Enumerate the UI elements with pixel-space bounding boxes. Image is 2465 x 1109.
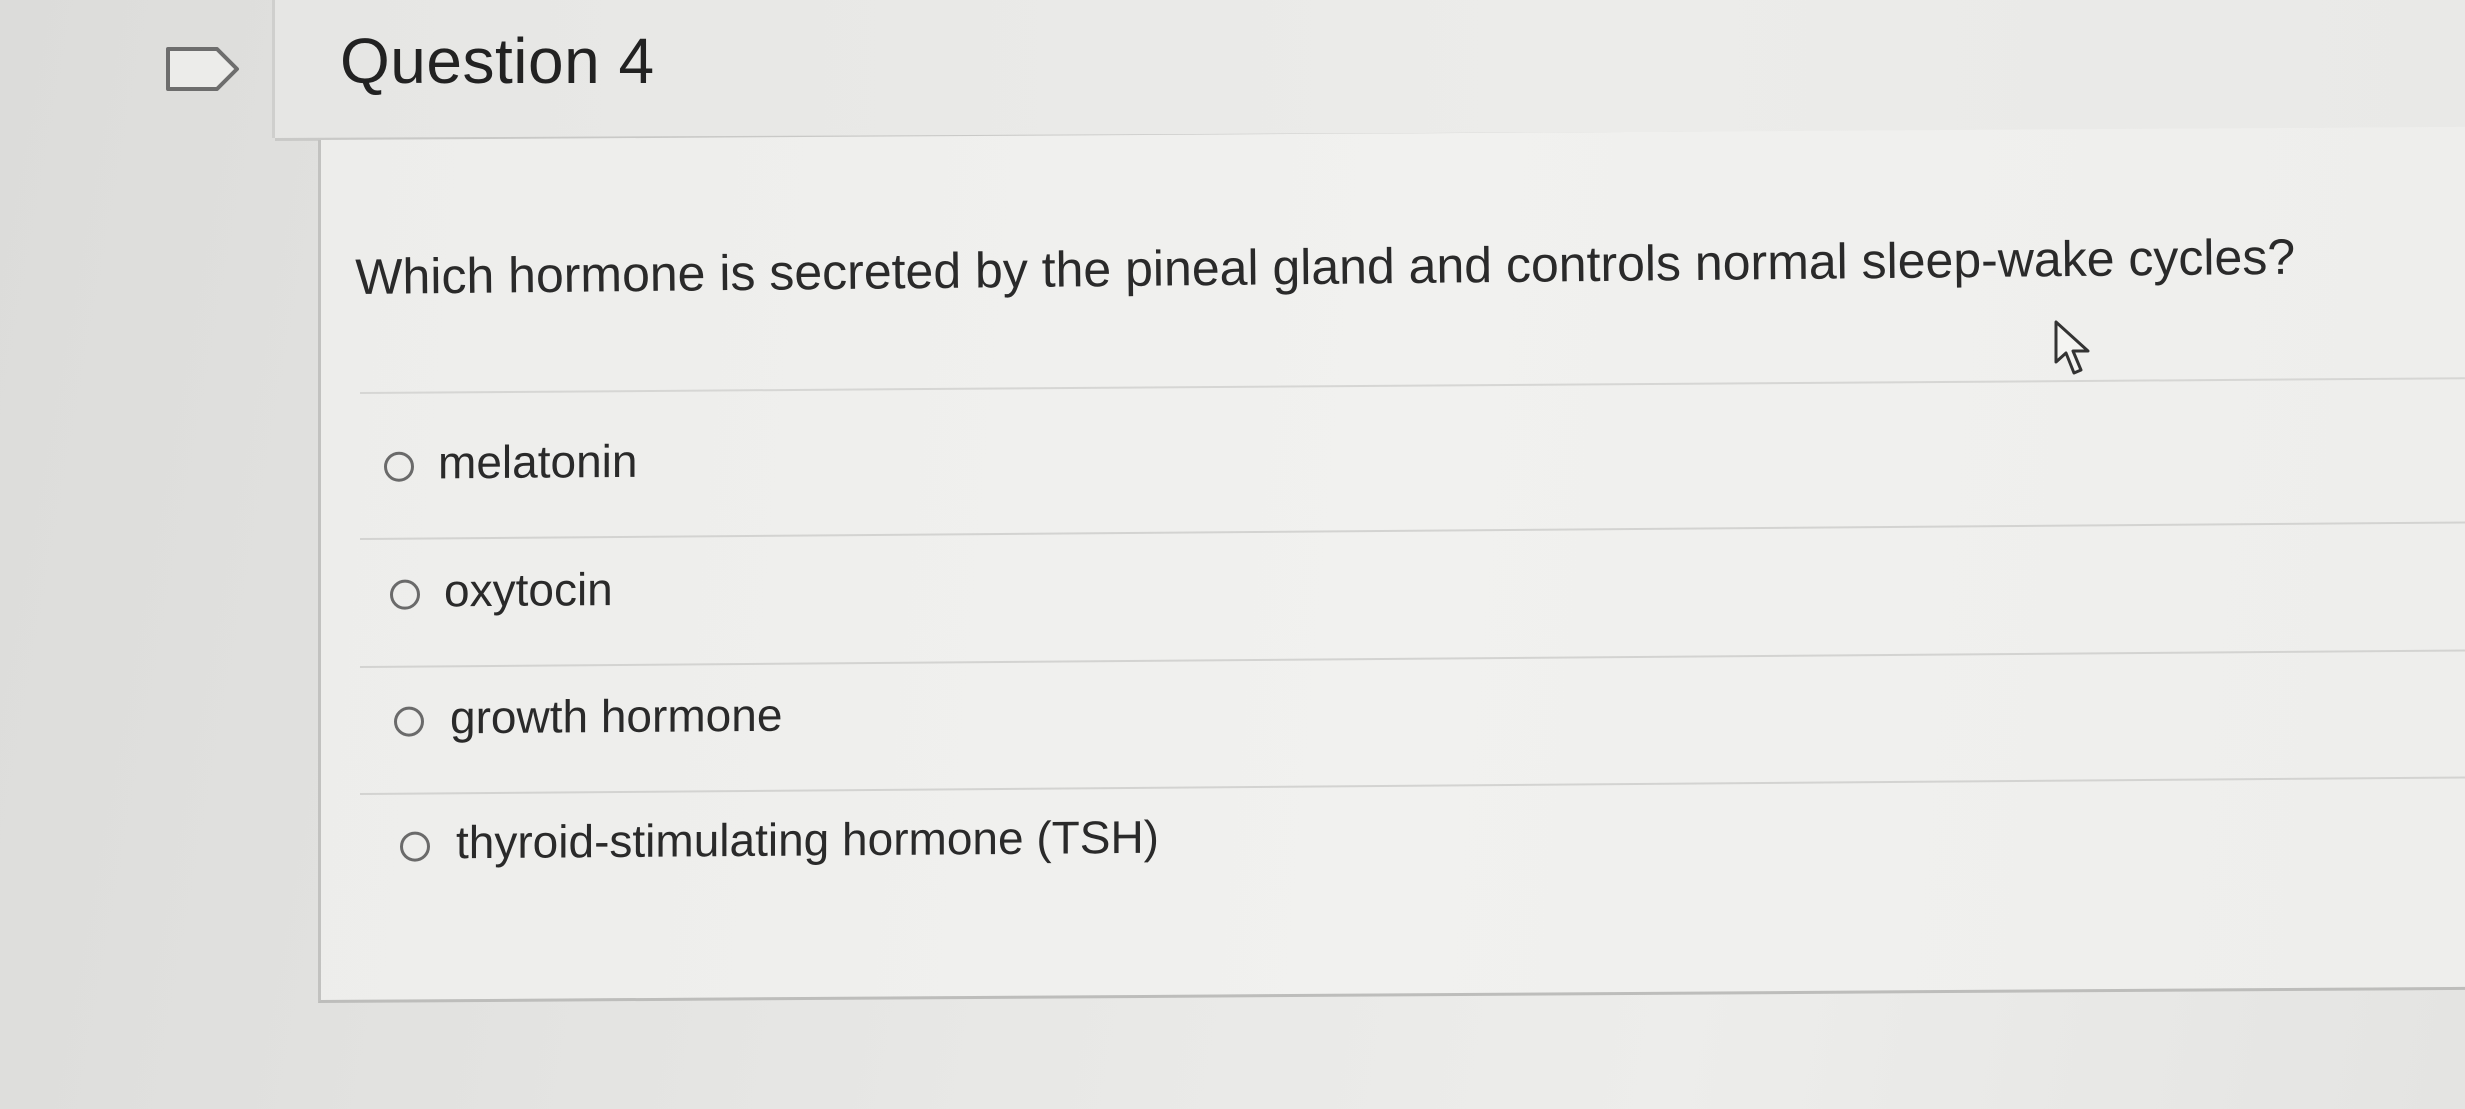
- radio-button[interactable]: [384, 451, 414, 482]
- option-label: growth hormone: [450, 688, 783, 744]
- answer-option-tsh[interactable]: thyroid-stimulating hormone (TSH): [360, 773, 2465, 918]
- option-label: oxytocin: [444, 563, 613, 617]
- answer-option-growth-hormone[interactable]: growth hormone: [360, 648, 2465, 795]
- header-divider: [272, 0, 275, 138]
- radio-button[interactable]: [394, 706, 424, 737]
- mouse-pointer-icon: [2054, 320, 2090, 375]
- radio-button[interactable]: [390, 579, 420, 610]
- option-label: thyroid-stimulating hormone (TSH): [456, 810, 1160, 869]
- option-label: melatonin: [438, 434, 638, 489]
- flag-question-icon[interactable]: [165, 46, 241, 92]
- answer-option-melatonin[interactable]: melatonin: [360, 393, 2465, 540]
- radio-button[interactable]: [400, 831, 430, 862]
- answer-option-oxytocin[interactable]: oxytocin: [360, 521, 2465, 668]
- question-title: Question 4: [340, 25, 655, 97]
